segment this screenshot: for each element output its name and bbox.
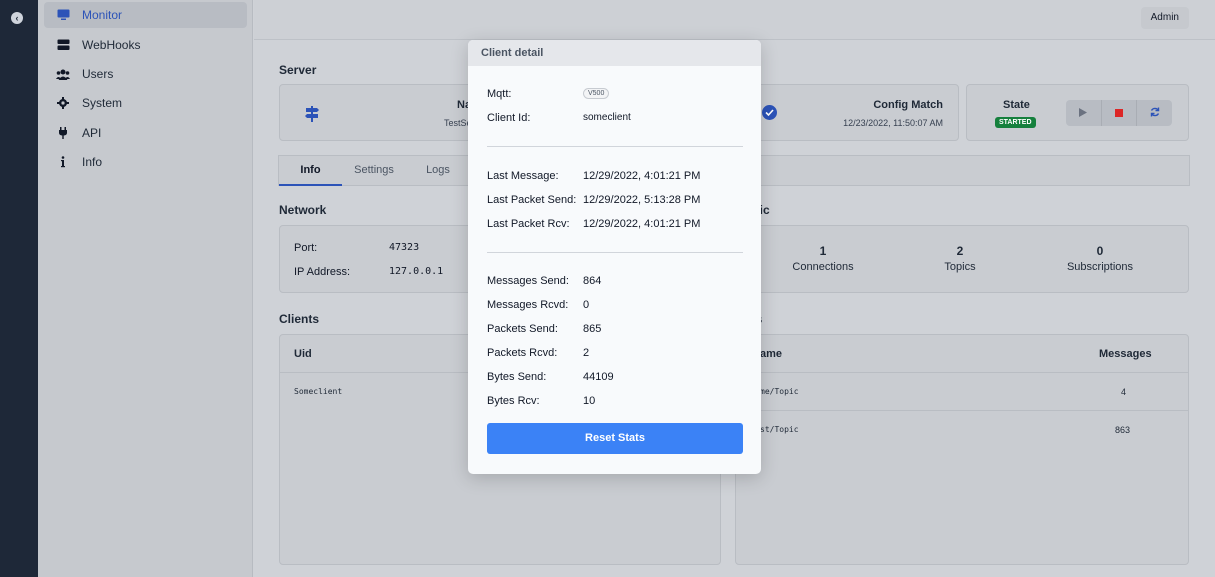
modal-overlay[interactable]: Client detail Mqtt: V500 Client Id: some… bbox=[0, 0, 1215, 577]
last-message-value: 12/29/2022, 4:01:21 PM bbox=[583, 170, 701, 182]
divider bbox=[487, 146, 743, 147]
last-packet-send-label: Last Packet Send: bbox=[487, 194, 577, 206]
client-detail-modal: Client detail Mqtt: V500 Client Id: some… bbox=[468, 40, 761, 474]
packets-send-label: Packets Send: bbox=[487, 323, 558, 335]
packets-send-value: 865 bbox=[583, 323, 602, 335]
last-packet-send-value: 12/29/2022, 5:13:28 PM bbox=[583, 194, 701, 206]
packets-rcvd-value: 2 bbox=[583, 347, 590, 359]
mqtt-label: Mqtt: bbox=[487, 88, 512, 100]
divider bbox=[487, 252, 743, 253]
client-id-value: someclient bbox=[583, 112, 631, 123]
messages-rcvd-value: 0 bbox=[583, 299, 590, 311]
last-packet-rcv-label: Last Packet Rcv: bbox=[487, 218, 570, 230]
modal-title: Client detail bbox=[481, 47, 544, 59]
mqtt-version-badge: V500 bbox=[583, 88, 610, 99]
messages-send-value: 864 bbox=[583, 275, 602, 287]
client-id-label: Client Id: bbox=[487, 112, 531, 124]
messages-rcvd-label: Messages Rcvd: bbox=[487, 299, 569, 311]
messages-send-label: Messages Send: bbox=[487, 275, 569, 287]
last-packet-rcv-value: 12/29/2022, 4:01:21 PM bbox=[583, 218, 701, 230]
reset-stats-button[interactable]: Reset Stats bbox=[487, 423, 743, 454]
bytes-rcv-value: 10 bbox=[583, 395, 596, 407]
packets-rcvd-label: Packets Rcvd: bbox=[487, 347, 558, 359]
bytes-send-value: 44109 bbox=[583, 371, 614, 383]
bytes-rcv-label: Bytes Rcv: bbox=[487, 395, 540, 407]
bytes-send-label: Bytes Send: bbox=[487, 371, 547, 383]
modal-header: Client detail bbox=[468, 40, 761, 66]
last-message-label: Last Message: bbox=[487, 170, 559, 182]
